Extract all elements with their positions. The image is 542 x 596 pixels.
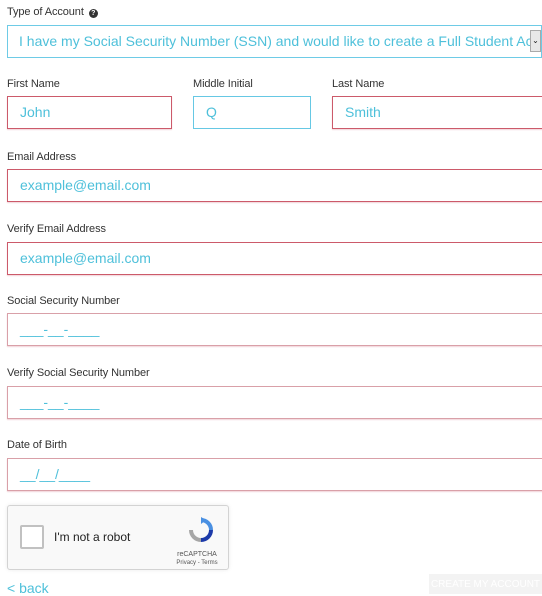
first-name-label: First Name (7, 78, 60, 90)
email-field[interactable]: example@email.com (7, 169, 542, 202)
account-type-select[interactable]: I have my Social Security Number (SSN) a… (7, 25, 542, 58)
email-label: Email Address (7, 151, 77, 163)
recaptcha-widget: I'm not a robot reCAPTCHA Privacy - Term… (7, 505, 229, 570)
last-name-field[interactable]: Smith (332, 96, 542, 129)
account-type-label-text: Type of Account (7, 6, 84, 18)
verify-ssn-field[interactable]: ___-__-____ (7, 386, 542, 419)
recaptcha-brand: reCAPTCHA (177, 551, 217, 558)
account-type-selected-value: I have my Social Security Number (SSN) a… (19, 33, 542, 49)
back-link[interactable]: < back (7, 580, 49, 596)
recaptcha-privacy-terms[interactable]: Privacy - Terms (172, 560, 222, 566)
recaptcha-label: I'm not a robot (54, 530, 131, 544)
last-name-label: Last Name (332, 78, 385, 90)
verify-email-field[interactable]: example@email.com (7, 242, 542, 275)
ssn-field[interactable]: ___-__-____ (7, 313, 542, 346)
ssn-label: Social Security Number (7, 295, 120, 307)
middle-initial-label: Middle Initial (193, 78, 253, 90)
verify-ssn-label: Verify Social Security Number (7, 367, 150, 379)
create-account-button[interactable]: CREATE MY ACCOUNT (429, 574, 542, 594)
account-type-label: Type of Account ? (7, 6, 98, 18)
dob-field[interactable]: __/__/____ (7, 458, 542, 491)
chevron-down-icon[interactable]: ⌄ (530, 30, 541, 52)
middle-initial-field[interactable]: Q (193, 96, 311, 129)
recaptcha-logo-icon (188, 517, 214, 548)
first-name-field[interactable]: John (7, 96, 172, 129)
recaptcha-checkbox[interactable] (20, 525, 44, 549)
verify-email-label: Verify Email Address (7, 223, 106, 235)
help-icon[interactable]: ? (88, 9, 98, 18)
dob-label: Date of Birth (7, 439, 67, 451)
